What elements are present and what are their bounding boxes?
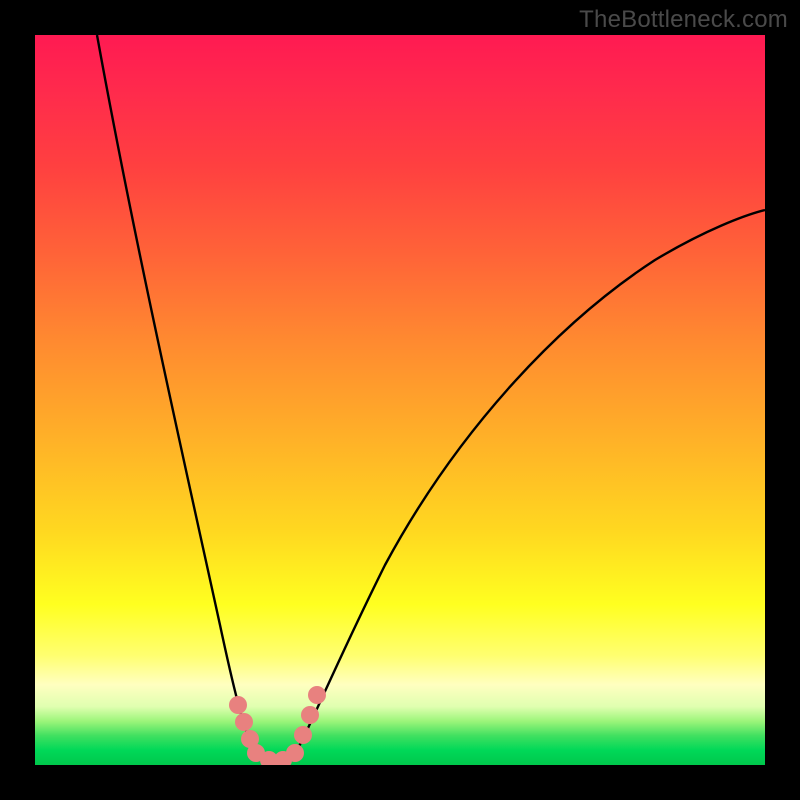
curve-marker xyxy=(301,706,319,724)
curve-marker xyxy=(235,713,253,731)
chart-frame: TheBottleneck.com xyxy=(0,0,800,800)
curve-marker xyxy=(308,686,326,704)
plot-area xyxy=(35,35,765,765)
curve-marker xyxy=(229,696,247,714)
curve-svg xyxy=(35,35,765,765)
bottleneck-curve xyxy=(97,35,765,763)
curve-marker xyxy=(294,726,312,744)
watermark-text: TheBottleneck.com xyxy=(579,6,788,34)
curve-marker xyxy=(286,744,304,762)
valley-markers xyxy=(229,686,326,765)
